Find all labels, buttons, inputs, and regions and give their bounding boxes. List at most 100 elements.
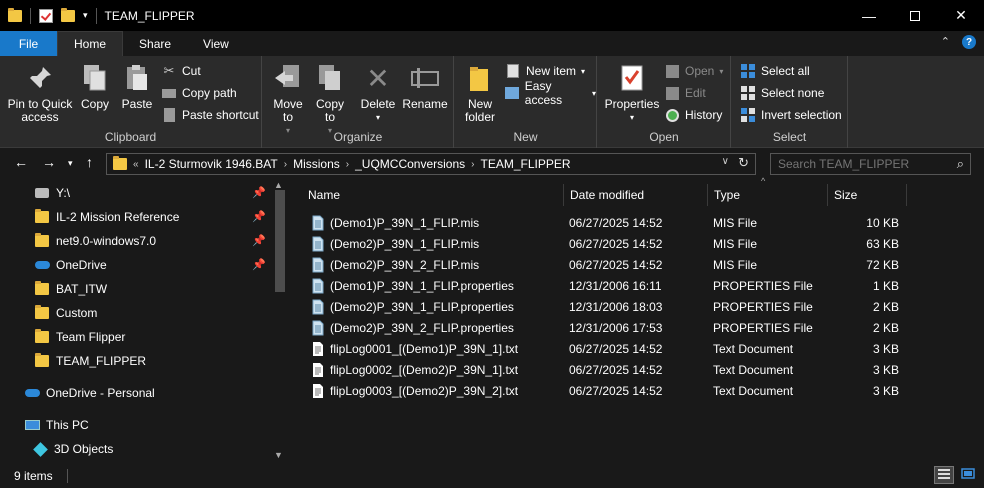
tab-file[interactable]: File — [0, 31, 57, 56]
minimize-button[interactable]: — — [846, 0, 892, 31]
rename-button[interactable]: Rename — [402, 62, 448, 111]
copy-to-button[interactable]: Copy to ▾ — [313, 62, 347, 137]
sidebar-item-custom[interactable]: Custom — [0, 301, 272, 325]
collapse-ribbon-icon[interactable]: ⌃ — [941, 35, 950, 49]
breadcrumb-item[interactable]: IL-2 Sturmovik 1946.BAT — [145, 157, 278, 171]
maximize-button[interactable] — [892, 0, 938, 31]
column-header-type[interactable]: Type — [708, 184, 828, 206]
properties-button[interactable]: Properties ▾ — [604, 62, 660, 124]
select-all-label: Select all — [761, 64, 810, 78]
sidebar-item-il2-mission-reference[interactable]: IL-2 Mission Reference 📌 — [0, 205, 272, 229]
refresh-icon[interactable]: ↻ — [738, 155, 749, 171]
forward-button[interactable]: → — [42, 154, 56, 170]
open-button[interactable]: Open ▾ — [664, 61, 723, 81]
sidebar-item-3d-objects[interactable]: 3D Objects — [0, 437, 272, 461]
back-button[interactable]: ← — [14, 154, 28, 170]
chevron-right-icon[interactable]: › — [346, 159, 349, 170]
chevron-right-icon[interactable]: › — [284, 159, 287, 170]
tab-view[interactable]: View — [187, 31, 245, 56]
file-size: 3 KB — [872, 342, 899, 356]
table-row[interactable]: (Demo1)P_39N_1_FLIP.mis 06/27/2025 14:52 M… — [308, 213, 902, 234]
recent-locations-icon[interactable]: ▾ — [68, 158, 73, 169]
new-item-label: New item — [526, 64, 577, 78]
details-view-button[interactable] — [934, 466, 954, 484]
table-row[interactable]: flipLog0002_[(Demo2)P_39N_1].txt 06/27/20… — [308, 360, 902, 381]
copy-icon — [79, 62, 111, 94]
divider — [66, 468, 68, 483]
table-row[interactable]: (Demo2)P_39N_2_FLIP.properties 12/31/2006… — [308, 318, 902, 339]
sidebar-item-net9[interactable]: net9.0-windows7.0 📌 — [0, 229, 272, 253]
scroll-up-icon[interactable]: ▲ — [274, 180, 283, 190]
customize-qat-icon[interactable]: ▾ — [83, 10, 88, 21]
pin-icon: 📌 — [252, 187, 266, 199]
pin-label: Pin to Quick access — [7, 97, 73, 124]
file-type: MIS File — [713, 216, 758, 230]
properties-icon[interactable] — [39, 8, 53, 23]
sidebar-scroll-thumb[interactable] — [275, 190, 285, 292]
table-row[interactable]: flipLog0001_[(Demo1)P_39N_1].txt 06/27/20… — [308, 339, 902, 360]
sidebar-item-bat-itw[interactable]: BAT_ITW — [0, 277, 272, 301]
cloud-icon — [24, 385, 40, 401]
table-row[interactable]: (Demo2)P_39N_1_FLIP.properties 12/31/2006… — [308, 297, 902, 318]
sidebar-item-this-pc[interactable]: This PC — [0, 413, 272, 437]
move-to-button[interactable]: Move to ▾ — [271, 62, 305, 137]
delete-button[interactable]: ✕ Delete ▾ — [361, 62, 396, 124]
breadcrumb-item[interactable]: Missions — [293, 157, 340, 171]
large-icons-view-button[interactable] — [958, 466, 978, 484]
paste-shortcut-button[interactable]: Paste shortcut — [161, 105, 259, 125]
select-all-button[interactable]: Select all — [740, 61, 810, 81]
history-button[interactable]: History — [664, 105, 722, 125]
table-row[interactable]: (Demo2)P_39N_2_FLIP.mis 06/27/2025 14:52 M… — [308, 255, 902, 276]
chevron-down-icon[interactable]: ∨ — [722, 156, 729, 167]
close-button[interactable]: ✕ — [938, 0, 984, 31]
sidebar-item-onedrive-personal[interactable]: OneDrive - Personal — [0, 381, 272, 405]
breadcrumb-item[interactable]: TEAM_FLIPPER — [481, 157, 571, 171]
pin-icon — [24, 62, 56, 94]
search-box[interactable]: ⌕ — [770, 153, 971, 175]
organize-label: Organize — [333, 130, 383, 144]
cut-button[interactable]: ✂ Cut — [161, 61, 201, 81]
file-date-modified: 06/27/2025 14:52 — [569, 216, 663, 230]
sidebar-item-y-drive[interactable]: Y:\ 📌 — [0, 181, 272, 205]
up-button[interactable]: ↑ — [86, 154, 93, 170]
file-type: MIS File — [713, 258, 758, 272]
breadcrumb-item[interactable]: _UQMCConversions — [355, 157, 465, 171]
copy-path-label: Copy path — [182, 86, 237, 100]
table-row[interactable]: (Demo1)P_39N_1_FLIP.properties 12/31/2006… — [308, 276, 902, 297]
pin-to-quick-access-button[interactable]: Pin to Quick access — [6, 62, 74, 124]
new-item-button[interactable]: New item ▾ — [505, 61, 585, 81]
sidebar-item-label: 3D Objects — [54, 442, 114, 456]
file-date-modified: 12/31/2006 17:53 — [569, 321, 663, 335]
easy-access-button[interactable]: Easy access ▾ — [505, 79, 596, 107]
paste-button[interactable]: Paste — [120, 62, 154, 111]
sidebar-item-onedrive[interactable]: OneDrive 📌 — [0, 253, 272, 277]
copy-button[interactable]: Copy — [78, 62, 112, 111]
chevron-right-icon[interactable]: › — [471, 159, 474, 170]
text-document-icon — [310, 341, 326, 357]
sidebar-item-label: TEAM_FLIPPER — [56, 354, 147, 368]
scroll-down-icon[interactable]: ▼ — [274, 450, 283, 460]
breadcrumb-overflow[interactable]: « — [133, 159, 139, 170]
item-count: 9 items — [14, 468, 53, 483]
column-header-name[interactable]: Name — [302, 184, 564, 206]
sidebar-item-team-flipper-caps[interactable]: TEAM_FLIPPER — [0, 349, 272, 373]
copy-path-button[interactable]: Copy path — [161, 83, 237, 103]
table-row[interactable]: (Demo2)P_39N_1_FLIP.mis 06/27/2025 14:52 M… — [308, 234, 902, 255]
column-header-date-modified[interactable]: Date modified — [564, 184, 708, 206]
network-drive-icon — [34, 185, 50, 201]
select-none-button[interactable]: Select none — [740, 83, 824, 103]
sidebar-item-team-flipper[interactable]: Team Flipper — [0, 325, 272, 349]
new-folder-button[interactable]: New folder — [459, 62, 501, 124]
new-folder-icon[interactable] — [61, 7, 75, 22]
invert-selection-button[interactable]: Invert selection — [740, 105, 842, 125]
tab-share[interactable]: Share — [123, 31, 187, 56]
edit-button[interactable]: Edit — [664, 83, 706, 103]
column-header-size[interactable]: Size — [828, 184, 907, 206]
pin-icon: 📌 — [252, 211, 266, 223]
search-input[interactable] — [778, 157, 948, 171]
help-icon[interactable]: ? — [962, 35, 976, 49]
tab-home[interactable]: Home — [57, 31, 124, 56]
folder-icon — [8, 7, 22, 22]
table-row[interactable]: flipLog0003_[(Demo2)P_39N_2].txt 06/27/20… — [308, 381, 902, 402]
address-bar[interactable]: « IL-2 Sturmovik 1946.BAT › Missions › _… — [106, 153, 756, 175]
